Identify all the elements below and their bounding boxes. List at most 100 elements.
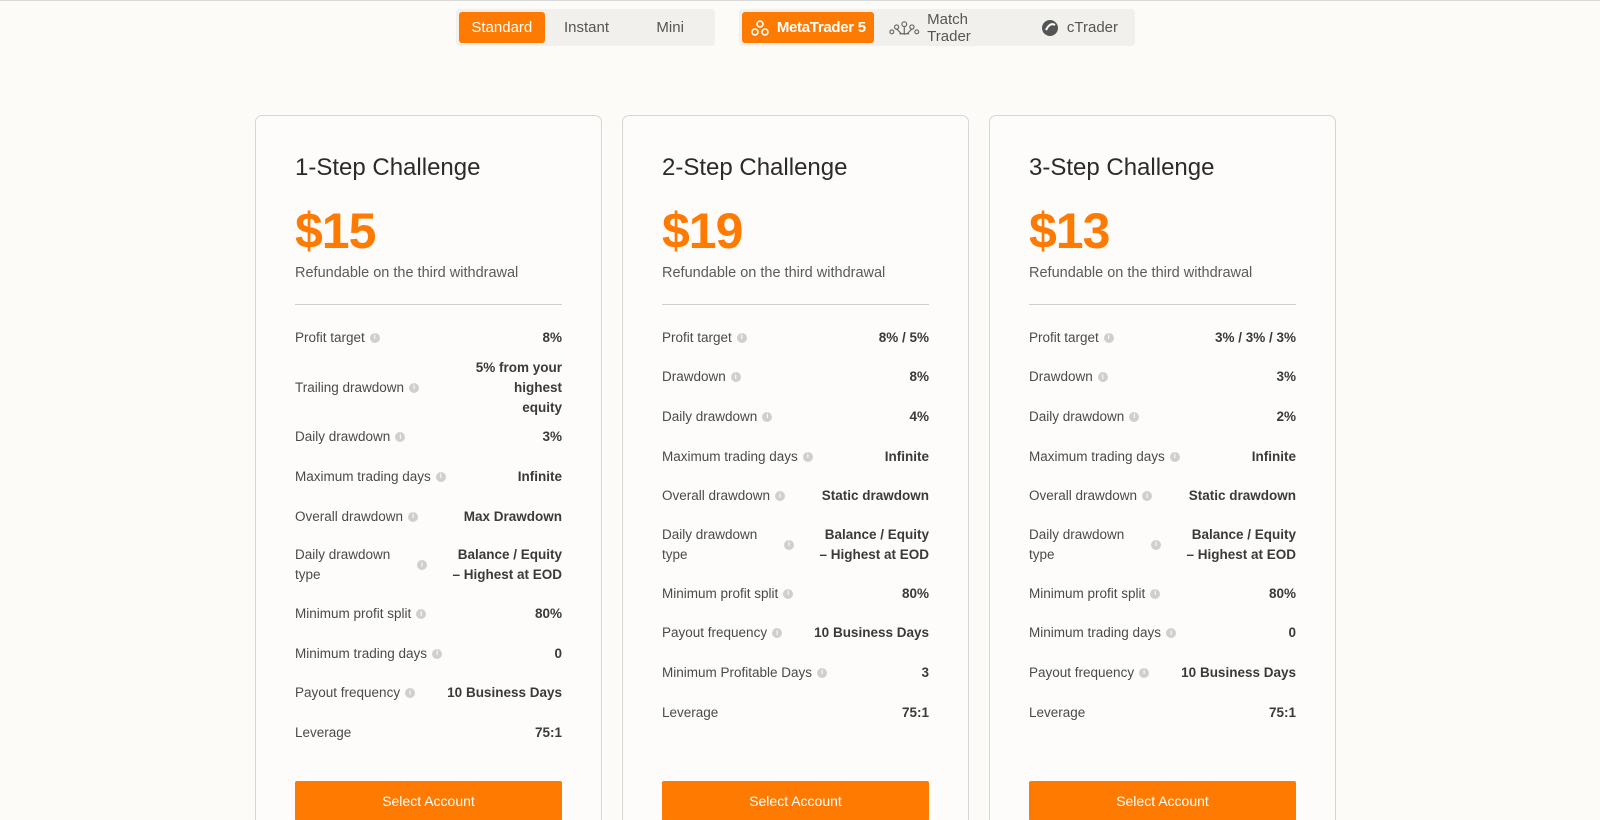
info-icon[interactable]: i [762, 411, 773, 422]
spec-label: Daily drawdown [662, 408, 758, 424]
spec-value: Infinite [517, 468, 562, 484]
info-icon[interactable]: i [1169, 451, 1180, 462]
spec-value: Balance / Equity – Highest at EOD [1186, 526, 1296, 562]
card-title: 3-Step Challenge [1029, 154, 1215, 181]
spec-row: Overall drawdown i Max Drawdown [295, 497, 562, 537]
spec-label: Minimum trading days [1029, 625, 1162, 641]
spec-row: Profit target i 3% / 3% / 3% [1029, 318, 1296, 358]
spec-label: Leverage [295, 724, 352, 740]
spec-label: Overall drawdown [662, 488, 771, 504]
tab-metatrader-5-label: MetaTrader 5 [776, 19, 866, 36]
tab-instant[interactable]: Instant [545, 12, 629, 43]
spec-label: Minimum profit split [1029, 585, 1146, 601]
info-icon[interactable]: i [730, 372, 741, 383]
spec-value: Balance / Equity – Highest at EOD [452, 547, 562, 583]
card-subtitle: Refundable on the third withdrawal [1029, 265, 1253, 281]
tab-metatrader-5[interactable]: MetaTrader 5 [742, 12, 874, 43]
info-icon[interactable]: i [408, 511, 419, 522]
account-type-selector: Standard Instant Mini [456, 9, 715, 46]
info-icon[interactable]: i [775, 491, 786, 502]
info-icon[interactable]: i [409, 382, 420, 393]
spec-label: Minimum profit split [295, 606, 412, 622]
tab-ctrader-label: cTrader [1066, 19, 1118, 36]
spec-value: 8% [542, 329, 562, 345]
tab-match-trader[interactable]: Match Trader [874, 10, 1026, 45]
spec-value: 10 Business Days [1181, 664, 1296, 680]
spec-label: Overall drawdown [295, 508, 404, 524]
spec-row: Daily drawdown i 4% [662, 397, 929, 437]
card-price: $13 [1029, 203, 1110, 259]
spec-row: Daily drawdown type i Balance / Equity – H… [1029, 516, 1296, 574]
spec-row: Minimum trading days i 0 [295, 634, 562, 674]
spec-value: Infinite [1251, 448, 1296, 464]
spec-label: Profit target [295, 329, 365, 345]
spec-row: Maximum trading days i Infinite [662, 437, 929, 477]
spec-row: Leverage 75:1 [1029, 693, 1296, 733]
tab-match-trader-label: Match Trader [927, 10, 971, 45]
spec-value: Balance / Equity – Highest at EOD [819, 526, 929, 562]
info-icon[interactable]: i [802, 451, 813, 462]
info-icon[interactable]: i [783, 588, 794, 599]
info-icon[interactable]: i [784, 539, 794, 550]
spec-value: 5% from your highest equity [475, 359, 562, 415]
info-icon[interactable]: i [369, 332, 380, 343]
tab-ctrader[interactable]: cTrader [1026, 12, 1132, 43]
info-icon[interactable]: i [772, 628, 783, 639]
spec-value: 10 Business Days [447, 685, 562, 701]
spec-row: Maximum trading days i Infinite [1029, 437, 1296, 477]
spec-label: Payout frequency [1029, 664, 1135, 680]
info-icon[interactable]: i [736, 332, 747, 343]
divider [662, 304, 929, 305]
challenge-card-1-step: 1-Step Challenge $15 Refundable on the t… [255, 115, 602, 820]
spec-value: 8% / 5% [878, 329, 929, 345]
info-icon[interactable]: i [1103, 332, 1114, 343]
info-icon[interactable]: i [432, 648, 443, 659]
info-icon[interactable]: i [817, 667, 828, 678]
spec-value: 10 Business Days [814, 625, 929, 641]
metatrader-icon [751, 19, 769, 36]
match-trader-icon [888, 20, 919, 35]
info-icon[interactable]: i [1139, 667, 1150, 678]
spec-row: Minimum profit split i 80% [662, 574, 929, 614]
spec-list: Profit target i 8% / 5% Drawdown i 8% Daily … [662, 318, 929, 732]
info-icon[interactable]: i [1151, 539, 1161, 550]
info-icon[interactable]: i [1142, 491, 1153, 502]
info-icon[interactable]: i [1129, 411, 1140, 422]
info-icon[interactable]: i [416, 609, 427, 620]
divider [295, 304, 562, 305]
card-title: 1-Step Challenge [295, 154, 481, 181]
spec-label: Daily drawdown [295, 429, 391, 445]
divider [1029, 304, 1296, 305]
spec-row: Daily drawdown i 3% [295, 418, 562, 458]
info-icon[interactable]: i [417, 560, 427, 571]
spec-value: Static drawdown [1188, 488, 1296, 504]
spec-row: Minimum profit split i 80% [295, 594, 562, 634]
select-account-button[interactable]: Select Account [1029, 781, 1296, 820]
spec-value: 8% [909, 369, 929, 385]
info-icon[interactable]: i [1097, 372, 1108, 383]
tab-standard[interactable]: Standard [459, 12, 545, 43]
card-subtitle: Refundable on the third withdrawal [662, 265, 886, 281]
spec-value: 3% [542, 429, 562, 445]
info-icon[interactable]: i [395, 432, 406, 443]
spec-label: Overall drawdown [1029, 488, 1138, 504]
spec-row: Drawdown i 3% [1029, 358, 1296, 398]
spec-row: Trailing drawdown i 5% from your highest e… [295, 358, 562, 418]
select-account-button[interactable]: Select Account [295, 781, 562, 820]
spec-value: 80% [901, 585, 929, 601]
spec-value: 3% [1276, 369, 1296, 385]
info-icon[interactable]: i [1166, 628, 1177, 639]
spec-row: Minimum Profitable Days i 3 [662, 653, 929, 693]
spec-list: Profit target i 8% Trailing drawdown i 5% fr… [295, 318, 562, 753]
spec-row: Payout frequency i 10 Business Days [295, 674, 562, 714]
info-icon[interactable]: i [435, 471, 446, 482]
spec-label: Leverage [1029, 704, 1086, 720]
info-icon[interactable]: i [405, 688, 416, 699]
platform-selector: MetaTrader 5 Match Trader cTrader [739, 9, 1135, 46]
challenge-card-2-step: 2-Step Challenge $19 Refundable on the t… [622, 115, 969, 820]
info-icon[interactable]: i [1150, 588, 1161, 599]
select-account-button[interactable]: Select Account [662, 781, 929, 820]
tab-mini[interactable]: Mini [628, 12, 712, 43]
spec-label: Maximum trading days [662, 448, 798, 464]
spec-row: Drawdown i 8% [662, 358, 929, 398]
